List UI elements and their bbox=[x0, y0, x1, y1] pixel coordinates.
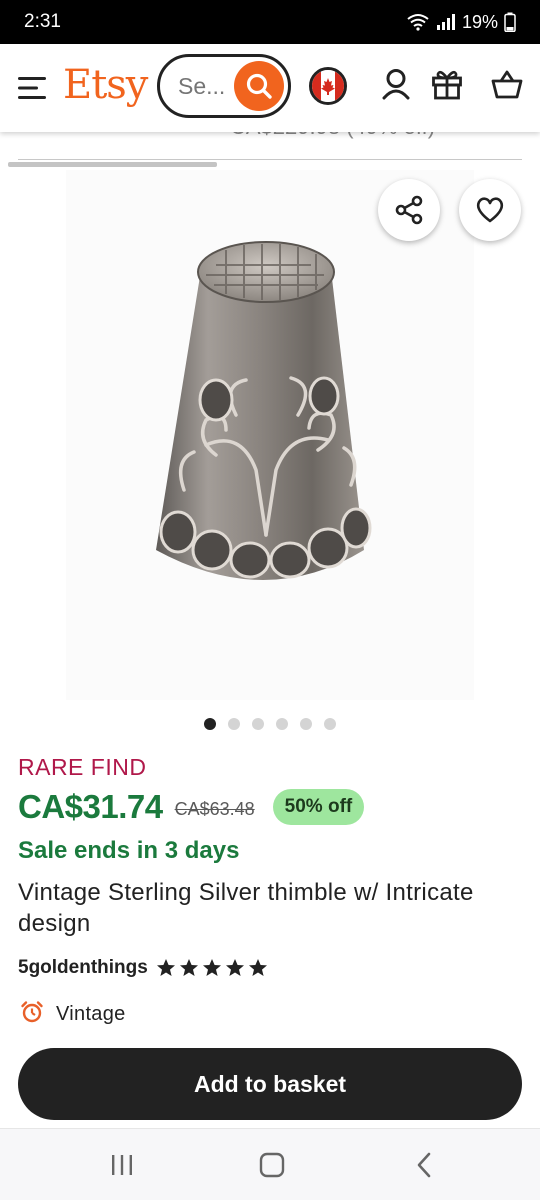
condition-label: Vintage bbox=[56, 1003, 126, 1025]
thimble-image bbox=[156, 241, 372, 580]
alarm-clock-icon bbox=[20, 1000, 44, 1029]
carousel-dot-5[interactable] bbox=[300, 718, 312, 730]
menu-icon[interactable] bbox=[18, 76, 48, 100]
search-input[interactable] bbox=[178, 73, 238, 100]
share-icon bbox=[395, 195, 423, 225]
favorite-button[interactable] bbox=[459, 179, 521, 241]
wifi-icon bbox=[406, 13, 430, 31]
system-navigation-bar bbox=[0, 1128, 540, 1200]
carousel-dot-6[interactable] bbox=[324, 718, 336, 730]
sale-price: CA$31.74 bbox=[18, 788, 163, 825]
add-to-basket-button[interactable]: Add to basket bbox=[18, 1048, 522, 1120]
recent-apps-icon[interactable] bbox=[104, 1149, 140, 1181]
search-button[interactable] bbox=[234, 61, 284, 111]
rare-find-badge: RARE FIND bbox=[18, 754, 147, 780]
divider bbox=[18, 159, 522, 160]
product-title: Vintage Sterling Silver thimble w/ Intri… bbox=[18, 879, 474, 937]
image-scroll-indicator bbox=[8, 162, 217, 167]
shop-row: 5goldenthings bbox=[18, 957, 268, 979]
price-row: CA$31.74 CA$63.48 50% off bbox=[18, 788, 365, 826]
battery-percent: 19% bbox=[461, 11, 498, 32]
status-bar: 2:31 19% bbox=[0, 0, 540, 44]
search-bar[interactable] bbox=[157, 54, 291, 118]
product-image[interactable] bbox=[66, 170, 521, 700]
star-icon bbox=[248, 959, 267, 976]
gift-icon[interactable] bbox=[430, 66, 464, 102]
image-carousel-dots bbox=[0, 718, 540, 730]
carousel-dot-1[interactable] bbox=[204, 718, 216, 730]
status-time: 2:31 bbox=[24, 11, 61, 32]
vintage-row: Vintage bbox=[20, 1000, 126, 1029]
basket-icon[interactable] bbox=[490, 66, 524, 102]
account-icon[interactable] bbox=[379, 66, 413, 102]
etsy-logo[interactable]: Etsy bbox=[63, 62, 148, 108]
star-icon bbox=[179, 959, 198, 976]
share-button[interactable] bbox=[378, 179, 440, 241]
status-indicators: 19% bbox=[406, 12, 516, 33]
search-icon bbox=[246, 73, 272, 99]
top-header: Etsy bbox=[0, 44, 540, 132]
shop-name-link[interactable]: 5goldenthings bbox=[18, 957, 148, 979]
carousel-dot-4[interactable] bbox=[276, 718, 288, 730]
carousel-dot-2[interactable] bbox=[228, 718, 240, 730]
canada-flag-icon[interactable] bbox=[309, 67, 347, 105]
sale-ends-text: Sale ends in 3 days bbox=[18, 837, 240, 864]
signal-icon bbox=[436, 13, 456, 31]
original-price: CA$63.48 bbox=[174, 798, 255, 819]
battery-icon bbox=[504, 12, 516, 32]
heart-icon bbox=[476, 197, 504, 223]
rating-stars[interactable] bbox=[156, 958, 268, 978]
star-icon bbox=[225, 959, 244, 976]
star-icon bbox=[202, 959, 221, 976]
home-icon[interactable] bbox=[254, 1149, 290, 1181]
carousel-dot-3[interactable] bbox=[252, 718, 264, 730]
star-icon bbox=[156, 959, 175, 976]
back-icon[interactable] bbox=[406, 1149, 442, 1181]
discount-badge: 50% off bbox=[272, 789, 365, 825]
